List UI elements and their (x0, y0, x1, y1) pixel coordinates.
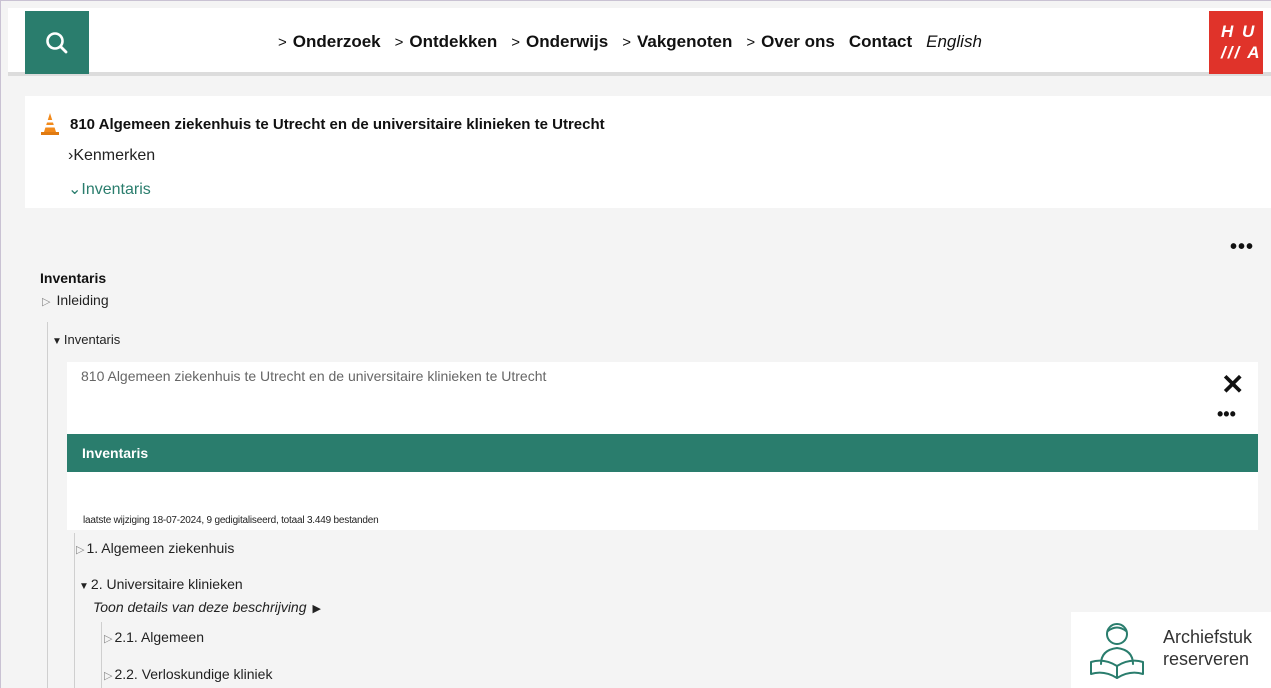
tree-node-algemeen-ziekenhuis[interactable]: ▷ 1. Algemeen ziekenhuis (76, 540, 234, 556)
kenmerken-link[interactable]: ›Kenmerken (68, 147, 155, 165)
tree-guide-line (74, 533, 75, 688)
chevron-right-icon: > (511, 33, 521, 51)
chevron-right-icon: > (622, 33, 631, 51)
nav-contact[interactable]: Contact (849, 32, 912, 52)
panel-title: 810 Algemeen ziekenhuis te Utrecht en de… (81, 368, 547, 384)
nav-onderwijs[interactable]: > Onderwijs (511, 32, 608, 52)
nav-ontdekken[interactable]: > Ontdekken (395, 32, 498, 52)
tree-node-inventaris[interactable]: ▼ Inventaris (52, 332, 120, 347)
search-button[interactable] (25, 11, 89, 74)
inventaris-heading: Inventaris (40, 270, 107, 286)
show-details-link[interactable]: Toon details van deze beschrijving ▶ (93, 599, 321, 615)
hua-logo[interactable]: H U /// A (1209, 11, 1263, 74)
tree-node-universitaire-klinieken[interactable]: ▼ 2. Universitaire klinieken (79, 576, 243, 592)
panel-section-bar: Inventaris (67, 434, 1258, 472)
more-options-icon[interactable]: ••• (1230, 236, 1254, 259)
triangle-right-icon: ▷ (76, 544, 85, 556)
inventaris-link[interactable]: ⌄Inventaris (68, 179, 151, 199)
caret-right-icon: ▶ (312, 603, 321, 615)
site-header: > Onderzoek > Ontdekken > Onderwijs > Vakgen… (8, 8, 1271, 76)
main-nav: > Onderzoek > Ontdekken > Onderwijs > Vakgen… (278, 32, 982, 52)
search-icon (46, 31, 68, 53)
tree-node-inleiding[interactable]: ▷ Inleiding (42, 292, 109, 308)
panel-more-icon[interactable]: ••• (1217, 404, 1236, 425)
record-summary: 810 Algemeen ziekenhuis te Utrecht en de… (25, 96, 1271, 208)
record-title: 810 Algemeen ziekenhuis te Utrecht en de… (70, 116, 605, 133)
chevron-right-icon: > (746, 33, 756, 51)
inventory-panel: 810 Algemeen ziekenhuis te Utrecht en de… (67, 362, 1258, 530)
nav-onderzoek[interactable]: > Onderzoek (278, 32, 381, 52)
traffic-cone-icon (41, 113, 59, 135)
reserve-archive-item-button[interactable]: Archiefstuk reserveren (1071, 612, 1271, 688)
triangle-right-icon: ▷ (104, 670, 113, 682)
caret-down-icon: ▼ (52, 336, 62, 347)
chevron-right-icon: > (278, 33, 287, 51)
tree-guide-line (47, 322, 48, 688)
chevron-right-icon: > (394, 33, 404, 51)
caret-down-icon: ▼ (79, 581, 89, 592)
reserve-label: Archiefstuk reserveren (1163, 627, 1253, 669)
nav-vakgenoten[interactable]: > Vakgenoten (622, 32, 732, 52)
tree-node-algemeen[interactable]: ▷ 2.1. Algemeen (104, 629, 204, 645)
nav-language-english[interactable]: English (926, 32, 982, 52)
reader-icon (1090, 623, 1144, 679)
tree-node-verloskundige-kliniek[interactable]: ▷ 2.2. Verloskundige kliniek (104, 666, 272, 682)
triangle-right-icon: ▷ (104, 633, 113, 645)
tree-guide-line (101, 622, 102, 688)
nav-over-ons[interactable]: > Over ons (746, 32, 834, 52)
triangle-right-icon: ▷ (42, 296, 51, 308)
inventory-meta: laatste wijziging 18-07-2024, 9 gedigita… (83, 515, 379, 526)
close-icon[interactable]: ✕ (1221, 368, 1244, 401)
